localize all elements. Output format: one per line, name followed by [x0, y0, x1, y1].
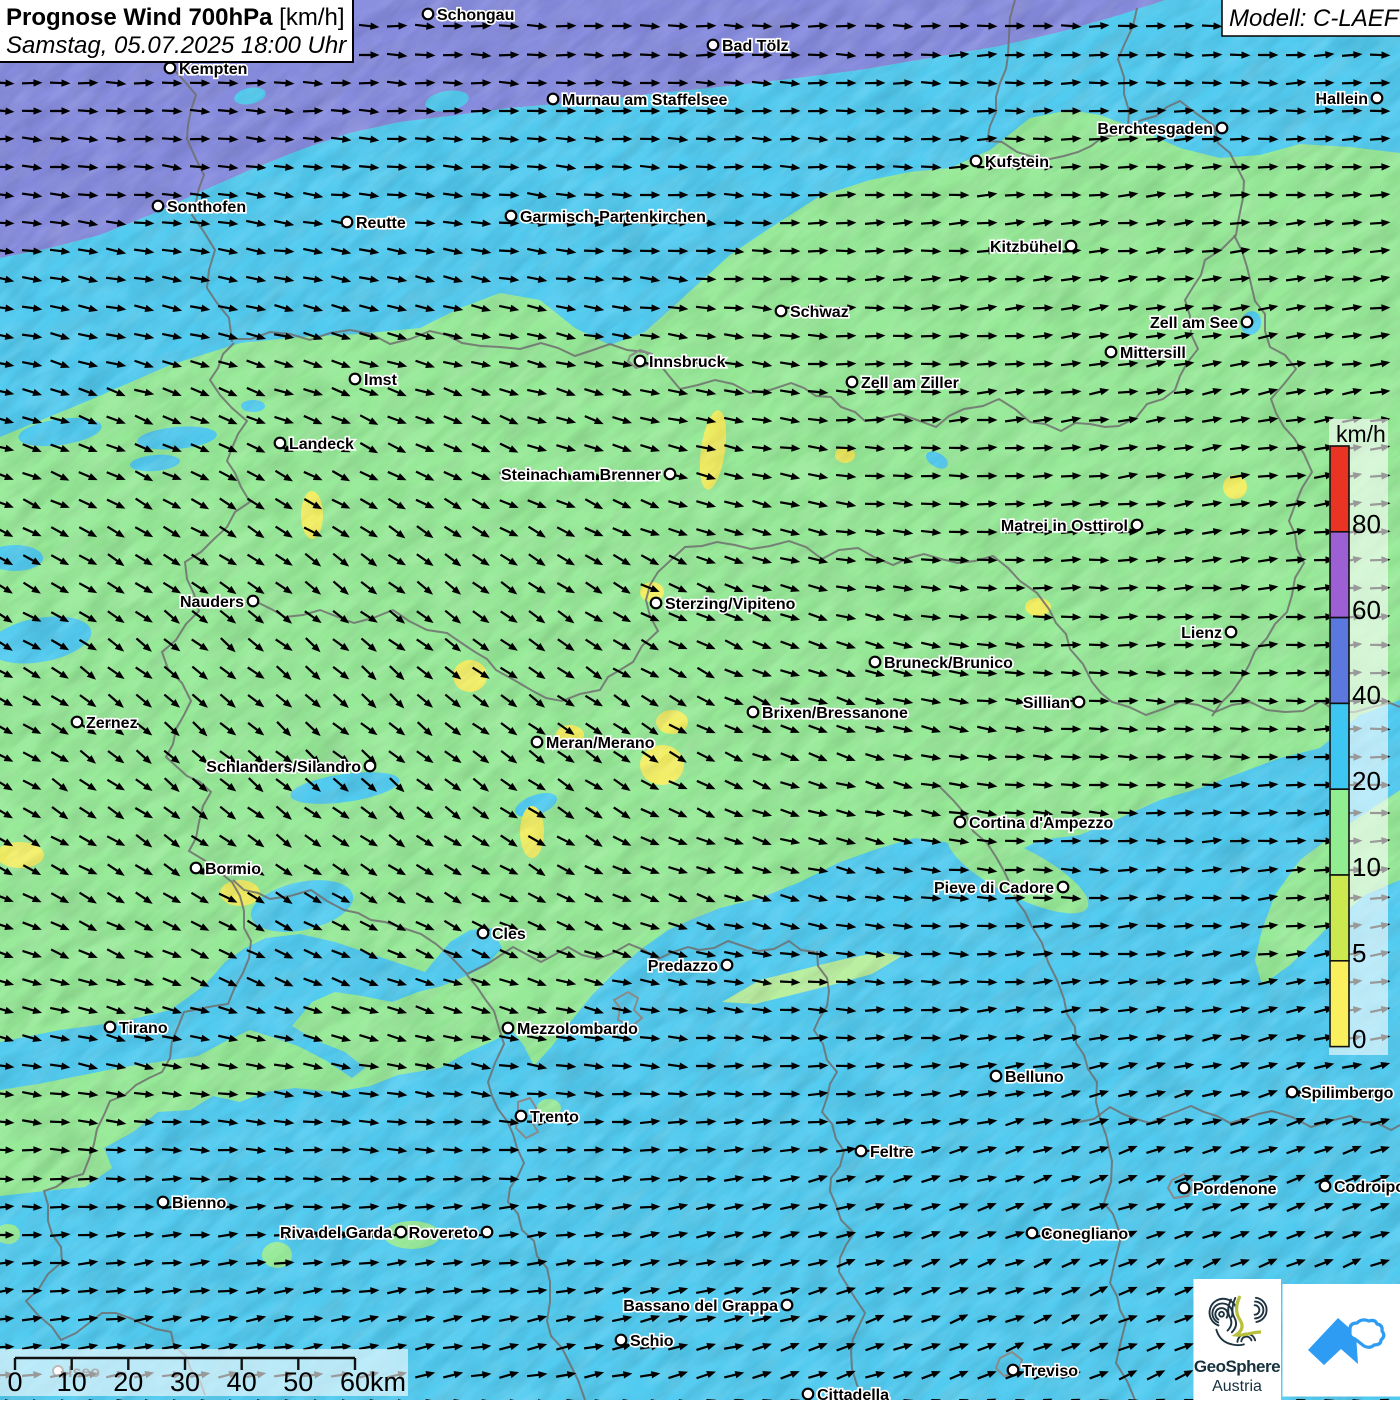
svg-text:Feltre: Feltre: [870, 1144, 914, 1161]
svg-text:GeoSphere: GeoSphere: [1194, 1357, 1280, 1376]
svg-text:Kempten: Kempten: [179, 61, 247, 78]
svg-text:50: 50: [283, 1367, 313, 1397]
svg-text:Belluno: Belluno: [1005, 1069, 1064, 1086]
svg-text:Kitzbühel: Kitzbühel: [990, 239, 1062, 256]
svg-text:Reutte: Reutte: [356, 215, 406, 232]
svg-text:Spilimbergo: Spilimbergo: [1301, 1085, 1394, 1102]
svg-text:Sterzing/Vipiteno: Sterzing/Vipiteno: [665, 596, 796, 613]
svg-text:Schio: Schio: [630, 1333, 674, 1350]
svg-text:Pordenone: Pordenone: [1193, 1181, 1277, 1198]
svg-text:Bad Tölz: Bad Tölz: [722, 38, 789, 55]
svg-text:10: 10: [1352, 852, 1381, 882]
svg-text:Bienno: Bienno: [172, 1195, 226, 1212]
svg-text:5: 5: [1352, 938, 1366, 968]
svg-text:Bassano del Grappa: Bassano del Grappa: [623, 1298, 778, 1315]
svg-text:Lienz: Lienz: [1181, 625, 1222, 642]
svg-text:Zernez: Zernez: [86, 715, 138, 732]
svg-text:Zell am See: Zell am See: [1150, 315, 1238, 332]
svg-text:Bormio: Bormio: [205, 861, 261, 878]
svg-text:Matrei in Osttirol: Matrei in Osttirol: [1001, 518, 1128, 535]
svg-text:Samstag, 05.07.2025 18:00 Uhr: Samstag, 05.07.2025 18:00 Uhr: [6, 32, 347, 59]
svg-text:Innsbruck: Innsbruck: [649, 354, 726, 371]
svg-text:Cles: Cles: [492, 926, 526, 943]
svg-text:20: 20: [113, 1367, 143, 1397]
svg-text:Bruneck/Brunico: Bruneck/Brunico: [884, 655, 1013, 672]
svg-text:Sonthofen: Sonthofen: [167, 199, 246, 216]
svg-text:Brixen/Bressanone: Brixen/Bressanone: [762, 705, 908, 722]
svg-text:Prognose Wind 700hPa [km/h]: Prognose Wind 700hPa [km/h]: [6, 4, 345, 31]
svg-text:80: 80: [1352, 509, 1381, 539]
svg-text:Modell: C-LAEF: Modell: C-LAEF: [1229, 5, 1400, 32]
svg-text:10: 10: [57, 1367, 87, 1397]
svg-text:Predazzo: Predazzo: [648, 958, 718, 975]
svg-text:Meran/Merano: Meran/Merano: [546, 735, 655, 752]
svg-text:30: 30: [170, 1367, 200, 1397]
svg-text:Schwaz: Schwaz: [790, 304, 849, 321]
svg-text:Kufstein: Kufstein: [985, 154, 1049, 171]
svg-text:Garmisch-Partenkirchen: Garmisch-Partenkirchen: [520, 209, 706, 226]
svg-text:Codroipo: Codroipo: [1334, 1179, 1400, 1196]
svg-text:Landeck: Landeck: [289, 436, 354, 453]
svg-text:Schlanders/Silandro: Schlanders/Silandro: [206, 759, 361, 776]
svg-text:Rovereto: Rovereto: [409, 1225, 479, 1242]
svg-text:Berchtesgaden: Berchtesgaden: [1097, 121, 1213, 138]
svg-text:Tirano: Tirano: [119, 1020, 168, 1037]
svg-text:40: 40: [227, 1367, 257, 1397]
svg-text:Cortina d'Ampezzo: Cortina d'Ampezzo: [969, 815, 1113, 832]
svg-text:Riva del Garda: Riva del Garda: [280, 1225, 392, 1242]
svg-text:Treviso: Treviso: [1022, 1363, 1078, 1380]
svg-text:60km: 60km: [340, 1367, 406, 1397]
svg-text:Mittersill: Mittersill: [1120, 345, 1186, 362]
svg-text:Cittadella: Cittadella: [817, 1387, 889, 1400]
svg-text:Steinach am Brenner: Steinach am Brenner: [501, 467, 661, 484]
svg-text:0: 0: [7, 1367, 22, 1397]
svg-text:20: 20: [1352, 766, 1381, 796]
svg-text:Murnau am Staffelsee: Murnau am Staffelsee: [562, 92, 727, 109]
svg-text:Trento: Trento: [530, 1109, 579, 1126]
svg-text:Pieve di Cadore: Pieve di Cadore: [934, 880, 1054, 897]
svg-text:0: 0: [1352, 1024, 1366, 1054]
svg-text:40: 40: [1352, 680, 1381, 710]
svg-text:Hallein: Hallein: [1316, 91, 1368, 108]
svg-text:Austria: Austria: [1212, 1378, 1262, 1395]
svg-text:Sillian: Sillian: [1023, 695, 1070, 712]
svg-text:60: 60: [1352, 595, 1381, 625]
svg-text:Mezzolombardo: Mezzolombardo: [517, 1021, 638, 1038]
svg-text:Schongau: Schongau: [437, 7, 514, 24]
svg-text:km/h: km/h: [1336, 421, 1386, 447]
svg-text:Imst: Imst: [364, 372, 398, 389]
svg-text:Conegliano: Conegliano: [1041, 1226, 1128, 1243]
svg-text:Zell am Ziller: Zell am Ziller: [861, 375, 959, 392]
svg-text:Nauders: Nauders: [180, 594, 244, 611]
